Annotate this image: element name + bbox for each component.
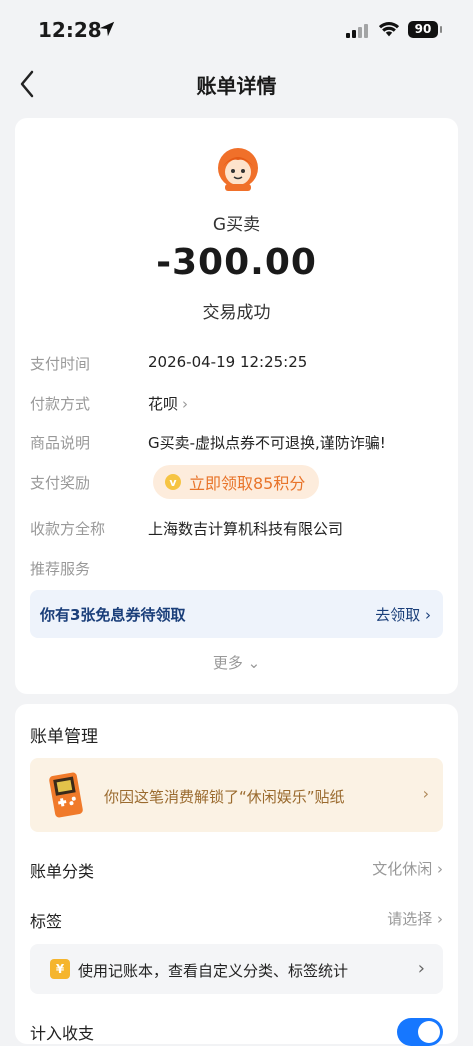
tags-value: 请选择 › <box>387 908 443 929</box>
more-label: 更多 <box>212 654 243 672</box>
services-label: 推荐服务 <box>30 560 91 578</box>
chevron-right-icon: › <box>437 910 443 928</box>
merchant-logo <box>218 148 258 191</box>
location-arrow-icon <box>99 21 115 37</box>
yen-notebook-icon: ¥ <box>50 959 70 979</box>
category-text: 文化休闲 <box>372 860 433 878</box>
row-services: 推荐服务 <box>30 558 443 586</box>
tags-label: 标签 <box>30 912 63 931</box>
transaction-status: 交易成功 <box>202 303 271 323</box>
notebook-text: 使用记账本，查看自定义分类、标签统计 <box>78 962 349 980</box>
cellular-signal-icon <box>346 24 368 38</box>
chevron-right-icon: › <box>422 784 429 803</box>
battery-icon: 90 <box>408 21 442 38</box>
claim-coupon-button[interactable]: 去领取 › <box>375 604 431 625</box>
coin-icon: v <box>165 474 181 490</box>
more-button[interactable]: 更多 ⌄ <box>15 652 458 673</box>
row-category[interactable]: 账单分类 文化休闲 › <box>30 858 443 884</box>
merchant-name: G买卖 <box>212 215 261 235</box>
chevron-right-icon: › <box>425 606 431 624</box>
status-time: 12:28 <box>38 18 102 42</box>
payee-label: 收款方全称 <box>30 520 106 538</box>
notebook-banner[interactable]: ¥ 使用记账本，查看自定义分类、标签统计 › <box>30 944 443 994</box>
claim-points-button[interactable]: v 立即领取85积分 <box>153 465 320 499</box>
chevron-down-icon: ⌄ <box>247 654 261 672</box>
coupon-banner[interactable]: 你有3张免息券待领取 去领取 › <box>30 590 443 638</box>
claim-coupon-label: 去领取 <box>375 606 421 624</box>
sticker-text: 你因这笔消费解锁了“休闲娱乐”贴纸 <box>104 788 345 806</box>
tags-text: 请选择 <box>387 910 433 928</box>
bill-management-card: 账单管理 你因这笔消费解锁了“休闲娱乐”贴纸 › 账单分类 文化休闲 › 标签 … <box>15 704 458 1046</box>
coupon-text: 你有3张免息券待领取 <box>40 606 186 624</box>
pay-method-label: 付款方式 <box>30 395 91 413</box>
page-title: 账单详情 <box>196 74 277 98</box>
game-console-sticker-icon <box>49 772 83 818</box>
management-title: 账单管理 <box>30 727 98 747</box>
description-label: 商品说明 <box>30 434 91 452</box>
row-reward: 支付奖励 v 立即领取85积分 <box>30 465 443 500</box>
chevron-right-icon: › <box>437 860 443 878</box>
row-pay-time: 支付时间 2026-04-19 12:25:25 <box>30 353 443 381</box>
wifi-icon <box>378 22 400 37</box>
include-in-stats-toggle[interactable] <box>397 1018 443 1046</box>
chevron-right-icon: › <box>182 395 189 413</box>
payee-value: 上海数吉计算机科技有限公司 <box>148 520 344 538</box>
status-bar: 12:28 90 <box>0 0 473 60</box>
pay-time-value: 2026-04-19 12:25:25 <box>148 353 308 371</box>
chevron-right-icon: › <box>417 958 425 979</box>
pay-method-value[interactable]: 花呗 › <box>148 393 188 414</box>
category-value: 文化休闲 › <box>372 858 443 879</box>
bill-detail-card: G买卖 -300.00 交易成功 支付时间 2026-04-19 12:25:2… <box>15 118 458 694</box>
row-payee: 收款方全称 上海数吉计算机科技有限公司 <box>30 518 443 546</box>
sticker-banner[interactable]: 你因这笔消费解锁了“休闲娱乐”贴纸 › <box>30 758 443 832</box>
row-pay-method[interactable]: 付款方式 花呗 › <box>30 393 443 421</box>
claim-points-text: 立即领取85积分 <box>189 474 306 493</box>
row-tags[interactable]: 标签 请选择 › <box>30 908 443 934</box>
bill-amount: -300.00 <box>156 242 317 283</box>
description-value: G买卖-虚拟点券不可退换,谨防诈骗! <box>148 434 386 452</box>
reward-label: 支付奖励 <box>30 474 91 492</box>
nav-bar: 账单详情 <box>0 60 473 108</box>
category-label: 账单分类 <box>30 862 95 881</box>
pay-method-text: 花呗 <box>148 395 179 413</box>
pay-time-label: 支付时间 <box>30 355 91 373</box>
row-description: 商品说明 G买卖-虚拟点券不可退换,谨防诈骗! <box>30 432 443 460</box>
